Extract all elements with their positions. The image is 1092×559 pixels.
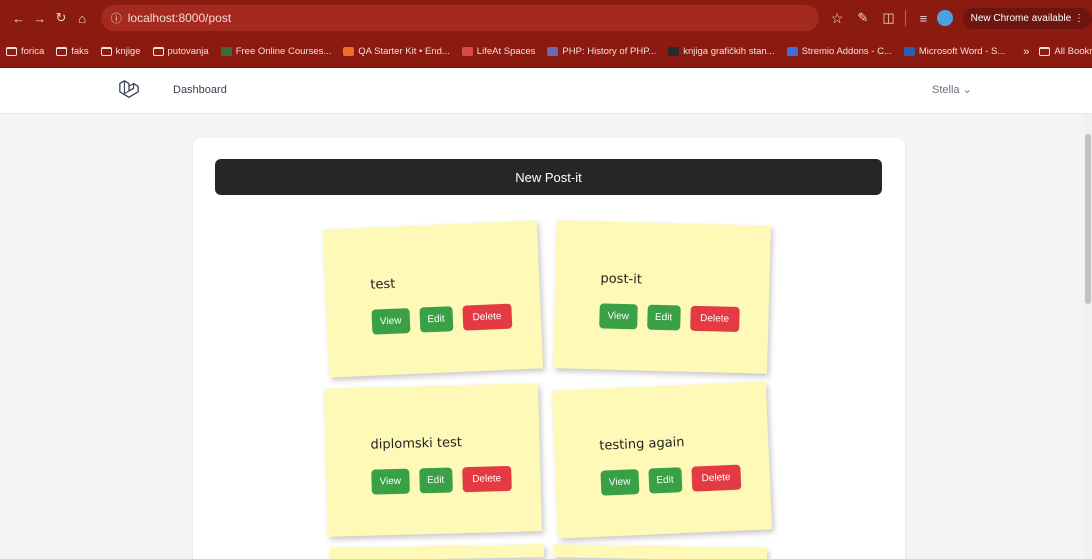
folder-icon: [100, 47, 112, 56]
bookmark-item[interactable]: forica: [6, 46, 44, 57]
toolbar-divider: [904, 10, 906, 26]
pen-extension-icon[interactable]: ✎: [857, 10, 868, 26]
site-favicon-icon: [343, 47, 355, 56]
all-bookmarks-button[interactable]: All Bookmarks: [1039, 46, 1092, 57]
site-favicon-icon: [903, 47, 915, 56]
delete-button[interactable]: Delete: [462, 303, 513, 331]
post-it-note: [329, 544, 545, 559]
bookmark-label: Stremio Addons - C...: [801, 46, 892, 57]
post-it-note: testing again View Edit Delete: [551, 381, 773, 539]
new-post-it-button[interactable]: New Post-it: [215, 159, 882, 195]
chrome-update-button[interactable]: New Chrome available ⋮: [962, 7, 1092, 29]
bookmark-label: PHP: History of PHP...: [562, 46, 657, 57]
user-menu-dropdown[interactable]: Stella ⌄: [932, 83, 972, 96]
site-favicon-icon: [786, 47, 798, 56]
bookmark-label: Microsoft Word - S...: [918, 46, 1006, 57]
folder-icon: [152, 47, 164, 56]
site-favicon-icon: [461, 47, 473, 56]
view-button[interactable]: View: [599, 303, 638, 330]
folder-icon: [6, 47, 17, 56]
bookmark-label: forica: [21, 46, 45, 57]
all-bookmarks-label: All Bookmarks: [1054, 46, 1092, 57]
bookmarks-bar: forica faks knjige putovanja Free Online Cou…: [0, 36, 1092, 68]
dashboard-link[interactable]: Dashboard: [173, 84, 227, 96]
site-favicon-icon: [547, 47, 559, 56]
user-name: Stella: [932, 84, 960, 96]
bookmark-label: putovanja: [167, 46, 209, 57]
bookmark-item[interactable]: LifeAt Spaces: [461, 46, 536, 57]
post-it-title: test: [370, 276, 396, 293]
post-it-note: test View Edit Delete: [322, 220, 544, 378]
post-it-note: diplomski test View Edit Delete: [324, 383, 542, 537]
post-it-note: [552, 544, 768, 559]
edit-button[interactable]: Edit: [418, 306, 454, 333]
app-navbar: Dashboard Stella ⌄: [0, 68, 1092, 114]
url-text: localhost:8000/post: [127, 11, 232, 25]
bookmark-item[interactable]: Free Online Courses...: [220, 46, 332, 57]
post-it-actions: View Edit Delete: [371, 465, 521, 495]
profile-avatar-icon[interactable]: [937, 10, 953, 26]
delete-button[interactable]: Delete: [691, 464, 742, 492]
delete-button[interactable]: Delete: [689, 305, 740, 333]
bookmarks-list: forica faks knjige putovanja Free Online Cou…: [6, 46, 1017, 57]
bookmark-item[interactable]: faks: [56, 46, 89, 57]
more-bookmarks-chevron-icon[interactable]: »: [1023, 46, 1029, 58]
chevron-down-icon: ⌄: [962, 84, 972, 96]
post-it-title: post-it: [600, 271, 643, 288]
bookmark-item[interactable]: Microsoft Word - S...: [903, 46, 1006, 57]
bookmark-star-icon[interactable]: ☆: [831, 10, 844, 27]
extensions-puzzle-icon[interactable]: ◫: [882, 10, 894, 26]
site-favicon-icon: [668, 47, 680, 56]
folder-icon: [1039, 47, 1051, 56]
scrollbar-thumb[interactable]: [1085, 134, 1091, 304]
bookmark-label: knjige: [115, 46, 141, 57]
bookmark-item[interactable]: QA Starter Kit • End...: [343, 46, 450, 57]
post-it-title: diplomski test: [370, 435, 463, 453]
home-icon[interactable]: ⌂: [72, 11, 93, 26]
page-scrollbar[interactable]: [1084, 114, 1092, 559]
forward-arrow-icon[interactable]: →: [29, 11, 50, 26]
chrome-update-label: New Chrome available: [970, 12, 1072, 24]
bookmark-label: faks: [71, 46, 89, 57]
bookmark-label: Free Online Courses...: [235, 46, 332, 57]
bookmark-item[interactable]: knjiga grafičkih stan...: [668, 46, 775, 57]
delete-button[interactable]: Delete: [461, 465, 512, 493]
reading-list-icon[interactable]: ≡: [920, 11, 928, 26]
view-button[interactable]: View: [371, 308, 410, 335]
post-it-note: post-it View Edit Delete: [553, 220, 771, 374]
folder-icon: [56, 47, 68, 56]
back-arrow-icon[interactable]: ←: [8, 11, 29, 26]
site-favicon-icon: [220, 47, 232, 56]
bookmark-label: knjiga grafičkih stan...: [683, 46, 775, 57]
bookmark-label: LifeAt Spaces: [476, 46, 536, 57]
posts-panel: [193, 138, 905, 559]
post-it-actions: View Edit Delete: [599, 303, 749, 333]
laravel-logo-icon[interactable]: [118, 79, 140, 101]
site-info-icon[interactable]: ⓘ: [111, 10, 122, 26]
bookmark-item[interactable]: Stremio Addons - C...: [786, 46, 892, 57]
edit-button[interactable]: Edit: [647, 467, 683, 494]
bookmark-item[interactable]: putovanja: [152, 46, 209, 57]
edit-button[interactable]: Edit: [418, 467, 453, 494]
post-it-actions: View Edit Delete: [371, 303, 522, 335]
bookmark-item[interactable]: knjige: [100, 46, 141, 57]
address-bar[interactable]: ⓘ localhost:8000/post: [100, 5, 819, 31]
post-it-actions: View Edit Delete: [600, 464, 751, 496]
view-button[interactable]: View: [600, 469, 639, 496]
reload-icon[interactable]: ↻: [50, 10, 71, 26]
edit-button[interactable]: Edit: [646, 304, 681, 331]
view-button[interactable]: View: [371, 468, 410, 495]
browser-toolbar: ← → ↻ ⌂ ⓘ localhost:8000/post ☆ ✎ ◫ ≡ Ne…: [0, 0, 1092, 36]
bookmark-item[interactable]: PHP: History of PHP...: [547, 46, 656, 57]
post-it-title: testing again: [599, 435, 685, 454]
bookmark-label: QA Starter Kit • End...: [358, 46, 450, 57]
